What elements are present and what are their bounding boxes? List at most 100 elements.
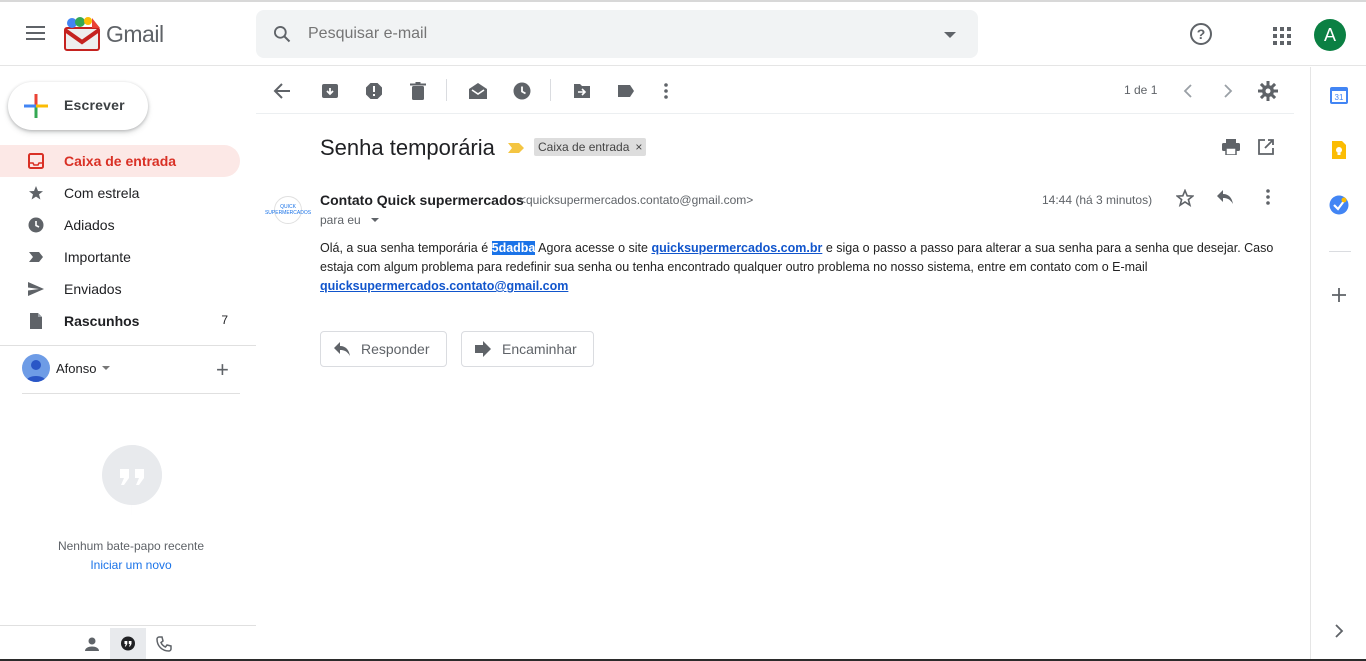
temporary-password: 5dadba [491,241,536,255]
calendar-icon[interactable]: 31 [1329,85,1349,105]
email-body: Olá, a sua senha temporária é 5dadba Ago… [320,239,1280,296]
contacts-tab[interactable] [74,628,110,660]
hangouts-user-avatar [22,354,50,382]
newer-button[interactable] [1176,79,1200,103]
inbox-icon [28,153,44,169]
reply-label: Responder [361,341,430,357]
gmail-logo-text: Gmail [106,20,164,47]
account-avatar[interactable]: A [1314,19,1346,51]
sender-name[interactable]: Contato Quick supermercados [320,192,524,208]
recipient-line[interactable]: para eu [320,213,379,227]
chevron-right-icon[interactable] [1329,621,1349,641]
keep-icon[interactable] [1329,140,1349,160]
move-to-folder-icon [574,84,590,98]
phone-tab[interactable] [146,628,182,660]
person-icon [26,360,46,382]
recipient-text: para eu [320,213,361,227]
archive-button[interactable] [318,79,342,103]
trash-icon [410,82,426,100]
sidebar-divider [0,345,256,346]
person-icon [85,637,99,651]
email-subject: Senha temporária [320,135,495,160]
compose-plus-icon [24,94,48,118]
add-addon-plus-icon[interactable] [1329,285,1349,305]
no-recent-chats-text: Nenhum bate-papo recente [57,539,205,553]
site-link[interactable]: quicksupermercados.com.br [651,241,822,255]
start-new-chat-link[interactable]: Iniciar um novo [0,558,262,572]
delete-button[interactable] [406,79,430,103]
older-button[interactable] [1216,79,1240,103]
reply-button[interactable]: Responder [320,331,447,367]
body-text: Olá, a sua senha temporária é [320,241,492,255]
contact-email-link[interactable]: quicksupermercados.contato@gmail.com [320,279,568,293]
main-menu-button[interactable] [20,18,50,48]
chevron-down-icon[interactable] [370,218,379,222]
forward-button[interactable]: Encaminhar [461,331,594,367]
hangouts-user-name: Afonso [56,361,97,376]
tasks-icon[interactable] [1329,195,1349,215]
sidebar-item-drafts[interactable]: Rascunhos 7 [0,305,240,337]
help-icon[interactable]: ? [1190,23,1212,45]
sidebar-item-inbox[interactable]: Caixa de entrada [0,145,240,177]
gear-icon [1258,81,1278,101]
clock-icon [28,217,44,233]
compose-label: Escrever [64,97,125,113]
star-button[interactable] [1175,188,1195,212]
mark-unread-button[interactable] [466,79,490,103]
label-chip-inbox: Caixa de entrada × [534,138,647,156]
more-actions-button[interactable] [654,79,678,103]
hangouts-bottom-bar [0,625,256,661]
hangouts-quote-icon [102,445,162,517]
chevron-down-icon[interactable] [102,366,110,370]
sidebar-item-label: Caixa de entrada [64,153,177,169]
hangouts-divider [22,393,240,394]
gmail-logo[interactable]: Gmail [62,14,164,54]
message-toolbar: 1 de 1 [256,67,1294,114]
remove-label-icon[interactable]: × [635,138,642,156]
label-icon [618,85,634,97]
print-button[interactable] [1222,139,1240,160]
archive-icon [322,84,338,98]
reply-icon-button[interactable] [1216,189,1234,210]
hangouts-tab[interactable] [110,628,146,660]
sender-email: <quicksupermercados.contato@gmail.com> [519,193,754,207]
sidebar-item-sent[interactable]: Enviados [0,273,240,305]
sidebar-item-label: Com estrela [64,185,140,201]
move-to-button[interactable] [570,79,594,103]
settings-button[interactable] [1256,79,1280,103]
more-vert-icon [664,83,668,99]
importance-marker-icon[interactable] [508,143,524,153]
search-input[interactable] [308,22,908,46]
toolbar-separator [446,79,447,101]
arrow-back-icon [273,83,290,99]
hangouts-icon [121,636,135,651]
body-text: Agora acesse o site [535,241,652,255]
snooze-button[interactable] [510,79,534,103]
new-conversation-plus-icon[interactable]: + [216,357,229,383]
email-timestamp: 14:44 (há 3 minutos) [1042,193,1153,207]
sidebar-item-important[interactable]: Importante [0,241,240,273]
sidebar-item-label: Importante [64,249,131,265]
sidebar-item-starred[interactable]: Com estrela [0,177,240,209]
report-spam-button[interactable] [362,79,386,103]
star-icon [29,186,43,200]
open-in-new-icon [1258,139,1274,155]
left-sidebar: Escrever Caixa de entrada Com estrela Ad… [0,67,256,661]
send-icon [28,282,44,296]
open-new-window-button[interactable] [1258,139,1274,160]
more-options-button[interactable] [1256,189,1280,210]
pagination-text: 1 de 1 [1124,83,1158,97]
back-button[interactable] [270,79,294,103]
search-icon[interactable] [272,24,292,44]
side-panel: 31 [1310,67,1366,661]
sidebar-item-label: Enviados [64,281,122,297]
labels-button[interactable] [614,79,638,103]
compose-button[interactable]: Escrever [8,82,148,130]
search-bar[interactable] [256,10,978,58]
search-options-caret-icon[interactable] [944,32,956,38]
hangouts-user-selector[interactable]: Afonso + [22,354,242,384]
star-outline-icon [1175,188,1195,208]
google-apps-icon[interactable] [1273,27,1291,45]
sidebar-item-snoozed[interactable]: Adiados [0,209,240,241]
sender-avatar[interactable]: QUICK SUPERMERCADOS [265,196,311,224]
